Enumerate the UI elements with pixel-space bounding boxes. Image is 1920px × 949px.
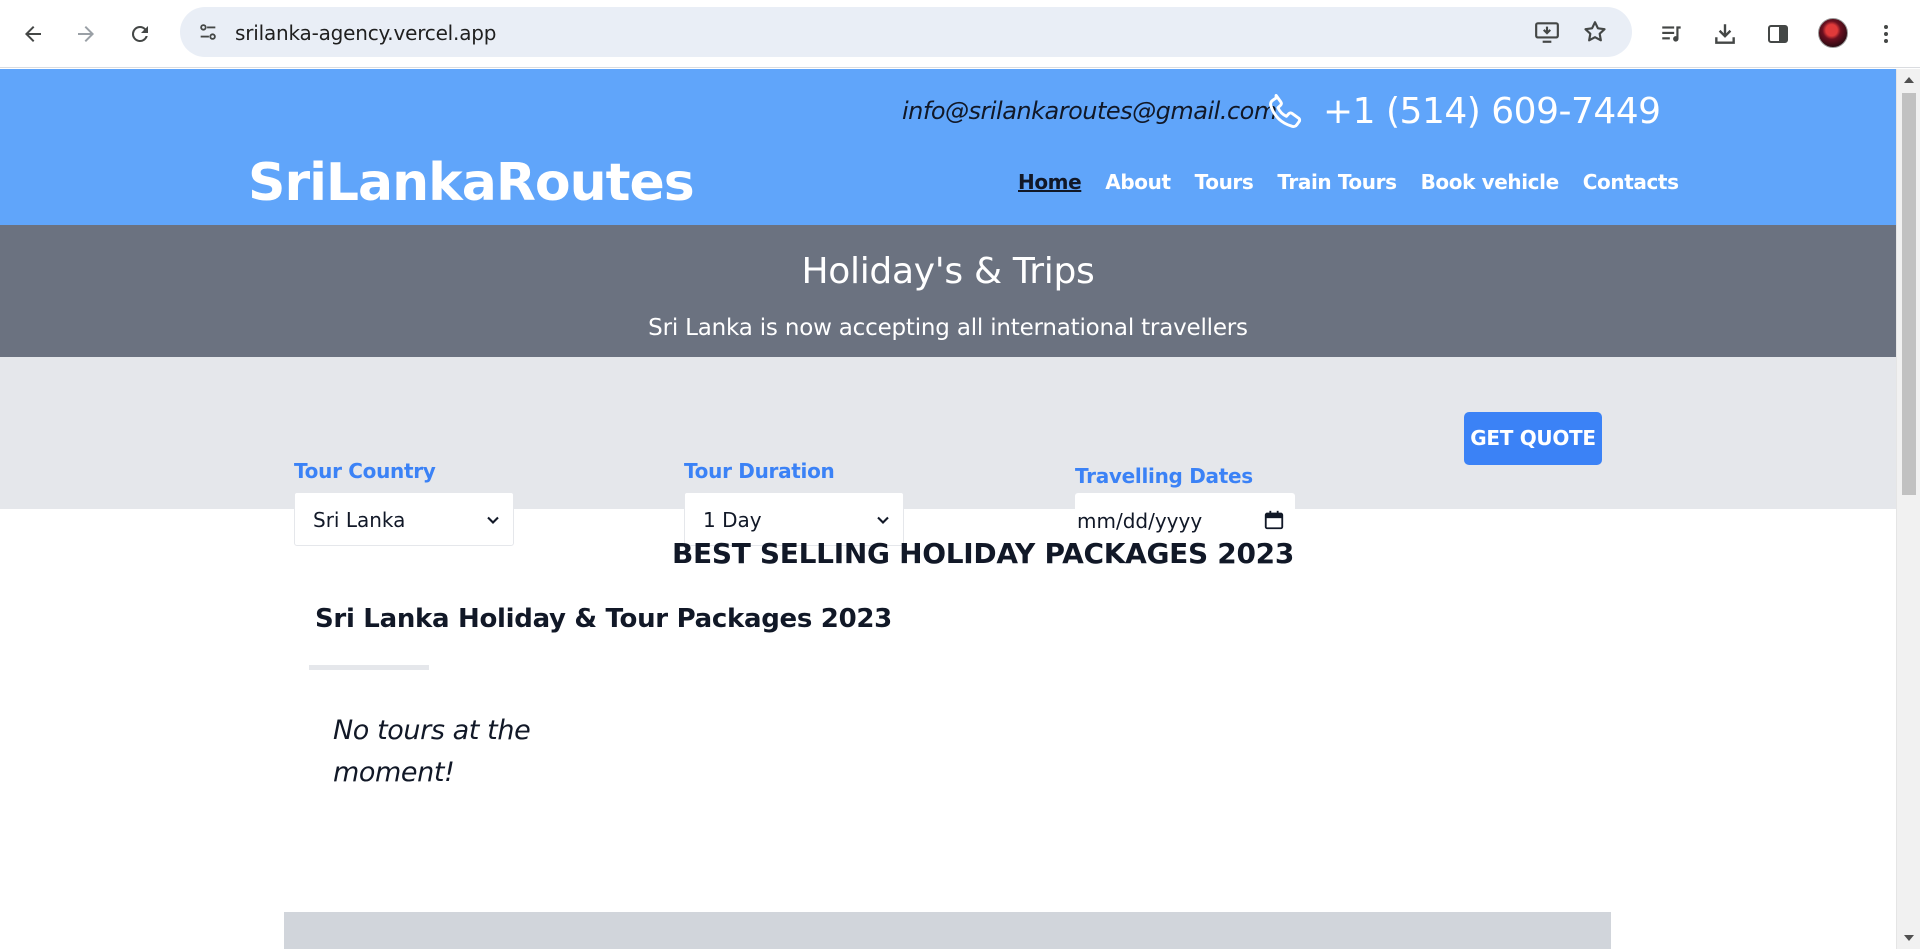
download-icon [1715, 24, 1735, 44]
packages-subtitle: Sri Lanka Holiday & Tour Packages 2023 [315, 604, 892, 634]
date-placeholder: mm/dd/yyyy [1077, 509, 1203, 533]
site-header: info@srilankaroutes@gmail.com +1 (514) 6… [0, 69, 1896, 225]
calendar-icon[interactable] [1263, 509, 1285, 531]
browser-toolbar: srilanka-agency.vercel.app [0, 0, 1920, 68]
forward-button[interactable] [66, 14, 106, 54]
reload-button[interactable] [120, 14, 160, 54]
media-queue-icon [1662, 26, 1681, 42]
scrollbar-thumb[interactable] [1902, 93, 1916, 495]
contact-phone-link[interactable]: +1 (514) 609-7449 [1323, 91, 1661, 132]
side-panel-button[interactable] [1758, 14, 1798, 54]
back-arrow-icon [25, 26, 41, 42]
phone-icon [1269, 93, 1302, 128]
browser-menu-button[interactable] [1866, 14, 1906, 54]
forward-arrow-icon [78, 26, 94, 42]
side-panel-icon [1768, 25, 1788, 43]
site-info-button[interactable] [192, 16, 224, 48]
contact-email-link[interactable]: info@srilankaroutes@gmail.com [902, 97, 1277, 125]
tour-duration-value: 1 Day [703, 508, 762, 532]
travelling-dates-label: Travelling Dates [1075, 464, 1253, 488]
address-bar[interactable]: srilanka-agency.vercel.app [180, 7, 1632, 57]
hero-subtitle: Sri Lanka is now accepting all internati… [648, 315, 1248, 341]
media-queue-button[interactable] [1652, 14, 1692, 54]
get-quote-button[interactable]: GET QUOTE [1464, 412, 1602, 465]
scroll-up-arrow[interactable] [1904, 77, 1914, 83]
install-app-icon [1535, 22, 1559, 43]
chevron-down-icon [487, 516, 499, 524]
nav-book-vehicle[interactable]: Book vehicle [1421, 170, 1560, 194]
site-logo[interactable]: SriLankaRoutes [248, 153, 695, 213]
hero-banner: Holiday's & Trips Sri Lanka is now accep… [0, 225, 1896, 357]
kebab-menu-icon [1884, 25, 1888, 43]
install-app-button[interactable] [1532, 17, 1562, 47]
back-button[interactable] [13, 14, 53, 54]
nav-contacts[interactable]: Contacts [1583, 170, 1679, 194]
tour-country-label: Tour Country [294, 459, 436, 483]
hero-title: Holiday's & Trips [801, 251, 1095, 292]
empty-tours-message: No tours at the moment! [333, 715, 531, 788]
site-info-icon [200, 24, 216, 40]
tour-country-value: Sri Lanka [313, 508, 406, 532]
page-scrollbar[interactable] [1896, 69, 1920, 949]
scroll-down-arrow[interactable] [1904, 935, 1914, 941]
page-viewport: info@srilankaroutes@gmail.com +1 (514) 6… [0, 69, 1896, 949]
tour-search-form: Tour Country Sri Lanka Tour Duration 1 D… [0, 357, 1896, 549]
main-nav: Home About Tours Train Tours Book vehicl… [1018, 170, 1679, 194]
url-text[interactable]: srilanka-agency.vercel.app [235, 21, 496, 45]
profile-avatar[interactable] [1818, 18, 1848, 48]
bookmark-button[interactable] [1580, 17, 1610, 47]
nav-home[interactable]: Home [1018, 170, 1082, 194]
divider [309, 665, 429, 670]
content-panel [284, 912, 1611, 949]
bookmark-star-icon [1584, 21, 1606, 42]
chevron-down-icon [877, 516, 889, 524]
nav-tours[interactable]: Tours [1195, 170, 1254, 194]
nav-about[interactable]: About [1105, 170, 1171, 194]
downloads-button[interactable] [1705, 14, 1745, 54]
section-title: BEST SELLING HOLIDAY PACKAGES 2023 [671, 537, 1295, 570]
reload-icon [131, 25, 148, 42]
nav-train-tours[interactable]: Train Tours [1277, 170, 1397, 194]
tour-duration-label: Tour Duration [684, 459, 835, 483]
